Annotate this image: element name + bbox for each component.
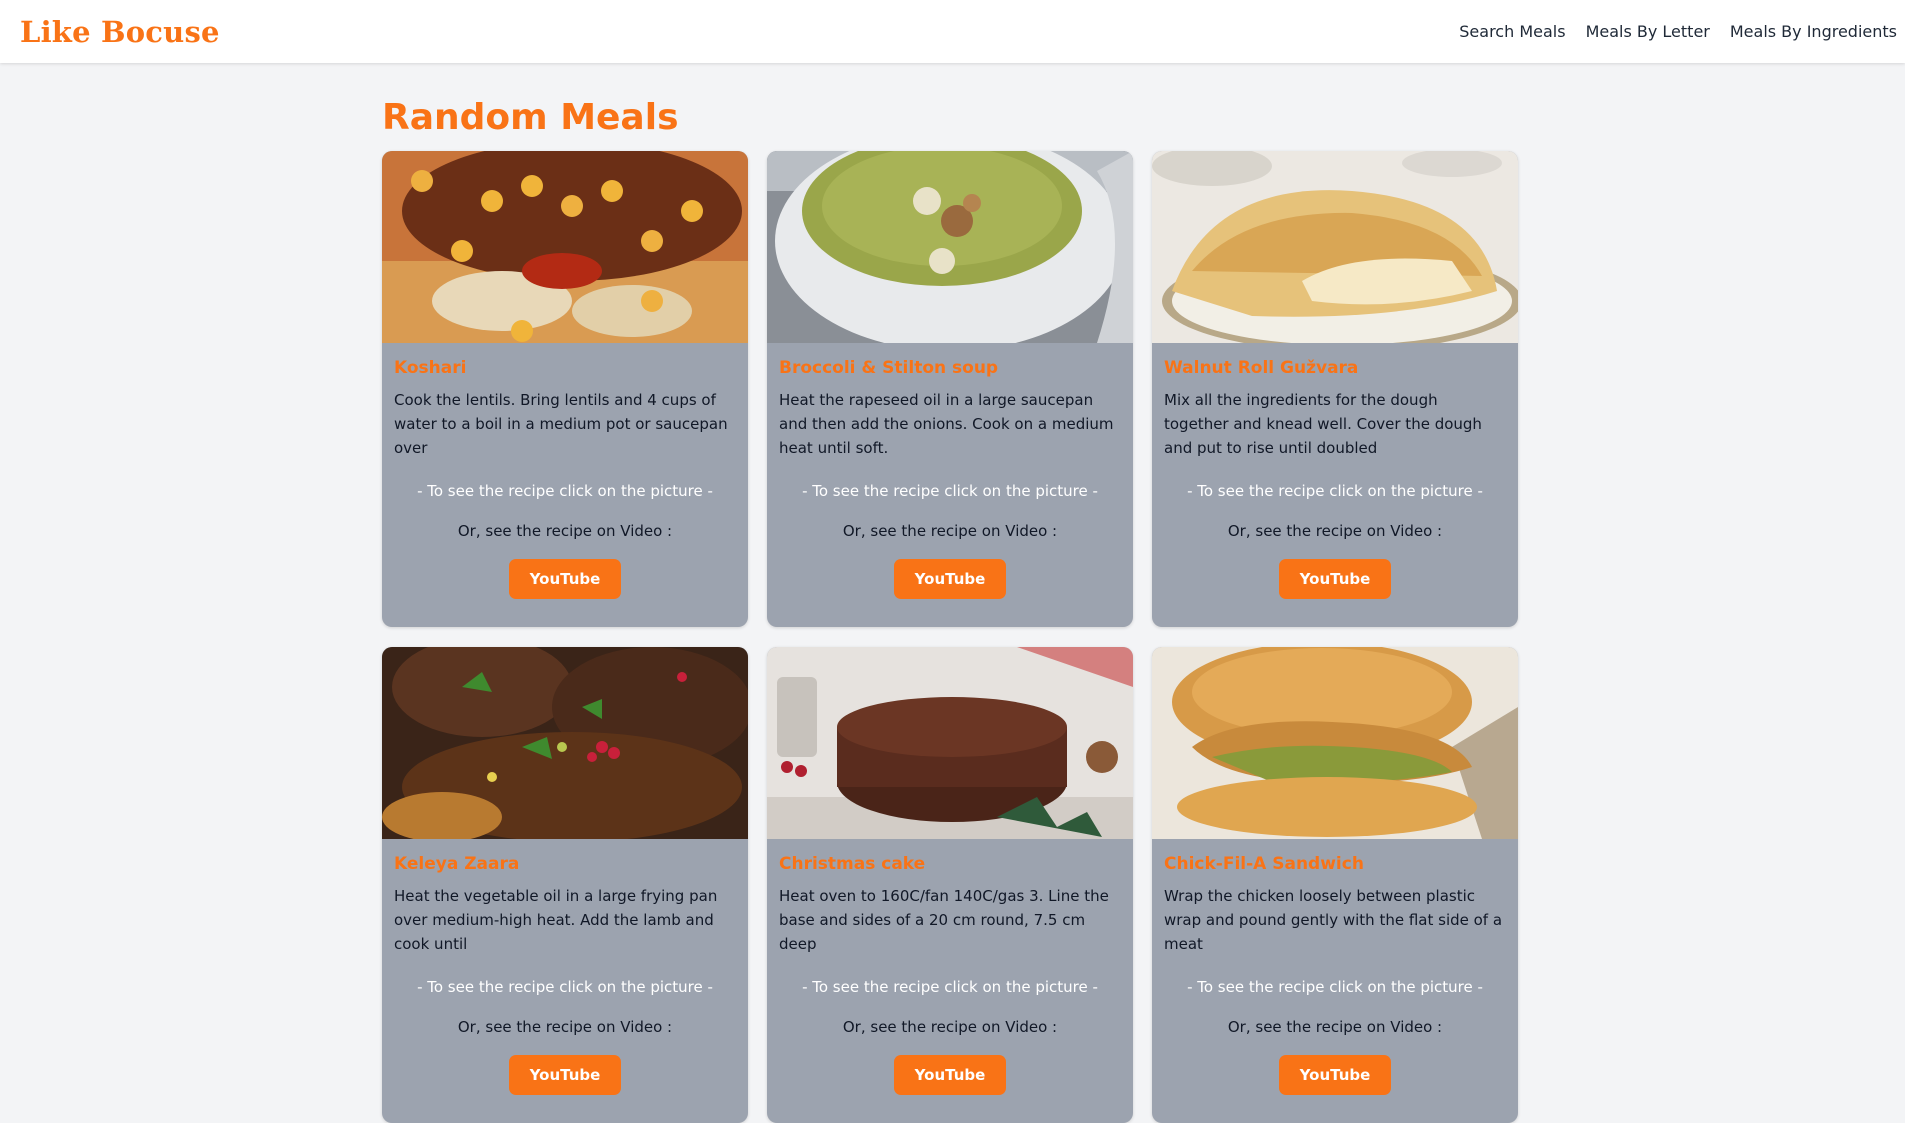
meal-image-koshari[interactable] [382, 151, 748, 343]
youtube-wrap: YouTube [1164, 559, 1506, 599]
youtube-wrap: YouTube [394, 559, 736, 599]
meal-title: Christmas cake [779, 854, 926, 874]
meal-title: Broccoli & Stilton soup [779, 358, 999, 378]
video-label: Or, see the recipe on Video : [842, 1018, 1058, 1036]
youtube-button[interactable]: YouTube [509, 559, 621, 599]
card-body: Keleya Zaara Heat the vegetable oil in a… [382, 839, 748, 1095]
youtube-wrap: YouTube [394, 1055, 736, 1095]
main-content: Random Meals Koshari Cook the lentils. B… [382, 63, 1522, 1123]
meal-image-walnut-roll-guzvara[interactable] [1152, 151, 1518, 343]
meal-description: Wrap the chicken loosely between plastic… [1164, 887, 1503, 953]
recipe-hint: - To see the recipe click on the picture… [417, 482, 713, 500]
card-body: Walnut Roll Gužvara Mix all the ingredie… [1152, 343, 1518, 599]
meal-card: Keleya Zaara Heat the vegetable oil in a… [382, 647, 748, 1123]
recipe-hint: - To see the recipe click on the picture… [802, 978, 1098, 996]
meal-image-chick-fil-a-sandwich[interactable] [1152, 647, 1518, 839]
meal-image-broccoli-stilton-soup[interactable] [767, 151, 1133, 343]
nav-meals-by-letter[interactable]: Meals By Letter [1586, 22, 1710, 41]
meal-description: Heat the vegetable oil in a large frying… [394, 887, 718, 953]
meal-card: Broccoli & Stilton soup Heat the rapesee… [767, 151, 1133, 627]
recipe-hint: - To see the recipe click on the picture… [1187, 978, 1483, 996]
nav-meals-by-ingredients[interactable]: Meals By Ingredients [1730, 22, 1897, 41]
youtube-button[interactable]: YouTube [1279, 1055, 1391, 1095]
meal-description: Heat the rapeseed oil in a large saucepa… [779, 391, 1114, 457]
meal-title: Chick-Fil-A Sandwich [1164, 854, 1364, 874]
meal-image-keleya-zaara[interactable] [382, 647, 748, 839]
meals-grid: Koshari Cook the lentils. Bring lentils … [382, 151, 1522, 1123]
video-label: Or, see the recipe on Video : [1227, 522, 1443, 540]
recipe-hint: - To see the recipe click on the picture… [417, 978, 713, 996]
meal-description: Cook the lentils. Bring lentils and 4 cu… [394, 391, 728, 457]
top-navbar: Like Bocuse Search Meals Meals By Letter… [0, 0, 1905, 63]
video-label: Or, see the recipe on Video : [457, 522, 673, 540]
video-label: Or, see the recipe on Video : [457, 1018, 673, 1036]
meal-title: Keleya Zaara [394, 854, 520, 874]
nav-links: Search Meals Meals By Letter Meals By In… [1459, 22, 1897, 41]
meal-title: Koshari [394, 358, 467, 378]
video-label: Or, see the recipe on Video : [842, 522, 1058, 540]
card-body: Christmas cake Heat oven to 160C/fan 140… [767, 839, 1133, 1095]
page-title: Random Meals [382, 97, 679, 138]
recipe-hint: - To see the recipe click on the picture… [1187, 482, 1483, 500]
youtube-wrap: YouTube [1164, 1055, 1506, 1095]
meal-description: Mix all the ingredients for the dough to… [1164, 391, 1482, 457]
youtube-button[interactable]: YouTube [894, 559, 1006, 599]
meal-description: Heat oven to 160C/fan 140C/gas 3. Line t… [779, 887, 1109, 953]
youtube-wrap: YouTube [779, 559, 1121, 599]
youtube-button[interactable]: YouTube [509, 1055, 621, 1095]
site-logo[interactable]: Like Bocuse [20, 15, 220, 49]
meal-card: Walnut Roll Gužvara Mix all the ingredie… [1152, 151, 1518, 627]
youtube-wrap: YouTube [779, 1055, 1121, 1095]
card-body: Chick-Fil-A Sandwich Wrap the chicken lo… [1152, 839, 1518, 1095]
recipe-hint: - To see the recipe click on the picture… [802, 482, 1098, 500]
youtube-button[interactable]: YouTube [894, 1055, 1006, 1095]
video-label: Or, see the recipe on Video : [1227, 1018, 1443, 1036]
meal-title: Walnut Roll Gužvara [1164, 358, 1359, 378]
meal-card: Christmas cake Heat oven to 160C/fan 140… [767, 647, 1133, 1123]
card-body: Broccoli & Stilton soup Heat the rapesee… [767, 343, 1133, 599]
youtube-button[interactable]: YouTube [1279, 559, 1391, 599]
meal-card: Chick-Fil-A Sandwich Wrap the chicken lo… [1152, 647, 1518, 1123]
meal-image-christmas-cake[interactable] [767, 647, 1133, 839]
meal-card: Koshari Cook the lentils. Bring lentils … [382, 151, 748, 627]
card-body: Koshari Cook the lentils. Bring lentils … [382, 343, 748, 599]
nav-search-meals[interactable]: Search Meals [1459, 22, 1565, 41]
